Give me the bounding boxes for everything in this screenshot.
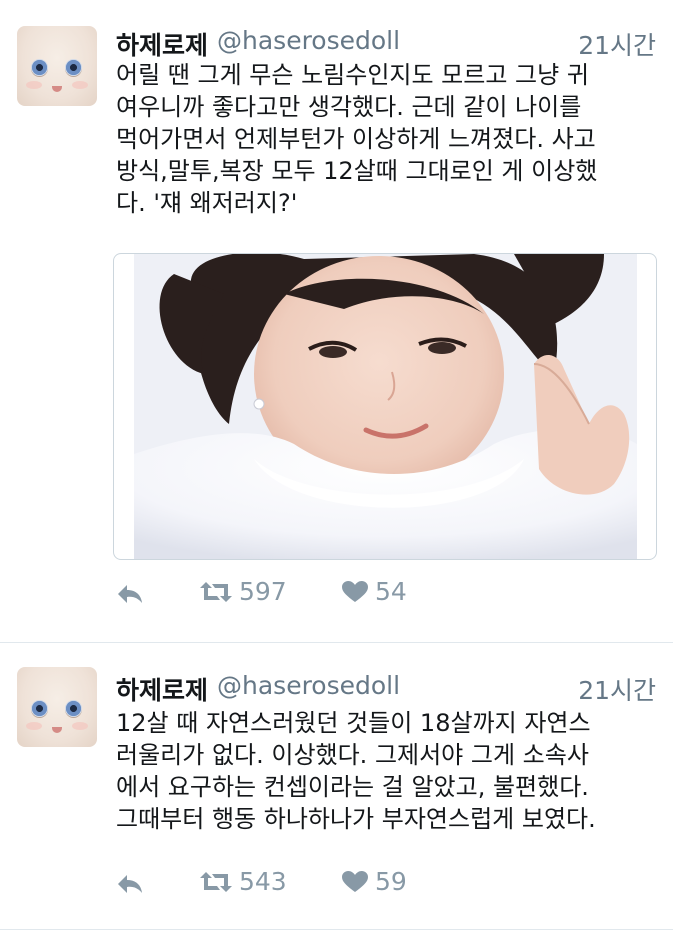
tweet[interactable]: 하제로제 @haserosedoll 21시간 어릴 땐 그게 무슨 노림수인지…	[0, 0, 673, 643]
doll-blush	[26, 722, 42, 730]
timestamp[interactable]: 21시간	[578, 26, 656, 62]
doll-eye	[65, 700, 82, 717]
doll-blush	[72, 722, 88, 730]
display-name[interactable]: 하제로제	[116, 671, 208, 707]
tweet-photo[interactable]	[134, 254, 637, 559]
tweet-text: 어릴 땐 그게 무슨 노림수인지도 모르고 그냥 귀 여우니까 좋다고만 생각했…	[116, 61, 598, 217]
doll-mouth	[52, 86, 62, 92]
doll-eye	[31, 59, 48, 76]
heart-icon	[342, 870, 368, 892]
avatar[interactable]	[17, 26, 97, 106]
username[interactable]: @haserosedoll	[217, 26, 400, 55]
retweet-icon	[200, 581, 232, 602]
doll-eye	[65, 59, 82, 76]
like-button[interactable]: 54	[342, 577, 407, 606]
doll-eye	[31, 700, 48, 717]
reply-button[interactable]	[116, 873, 144, 895]
doll-mouth	[52, 727, 62, 733]
doll-blush	[72, 81, 88, 89]
retweet-button[interactable]: 543	[200, 867, 287, 896]
tweet-actions: 543 59	[116, 867, 516, 907]
reply-button[interactable]	[116, 583, 144, 605]
reply-icon	[118, 875, 142, 893]
tweet-media[interactable]	[113, 253, 657, 560]
reply-icon	[118, 585, 142, 603]
portrait-photo	[134, 254, 637, 559]
username[interactable]: @haserosedoll	[217, 671, 400, 700]
doll-blush	[26, 81, 42, 89]
retweet-count: 597	[239, 577, 287, 606]
retweet-button[interactable]: 597	[200, 577, 287, 606]
retweet-icon	[200, 871, 232, 892]
heart-icon	[342, 580, 368, 602]
timestamp[interactable]: 21시간	[578, 671, 656, 707]
tweet[interactable]: 하제로제 @haserosedoll 21시간 12살 때 자연스러웠던 것들이…	[0, 643, 673, 930]
tweet-actions: 597 54	[116, 577, 516, 617]
retweet-count: 543	[239, 867, 287, 896]
like-count: 54	[375, 577, 407, 606]
like-count: 59	[375, 867, 407, 896]
like-button[interactable]: 59	[342, 867, 407, 896]
avatar[interactable]	[17, 667, 97, 747]
display-name[interactable]: 하제로제	[116, 26, 208, 62]
tweet-text: 12살 때 자연스러웠던 것들이 18살까지 자연스 러울리가 없다. 이상했다…	[116, 709, 596, 833]
